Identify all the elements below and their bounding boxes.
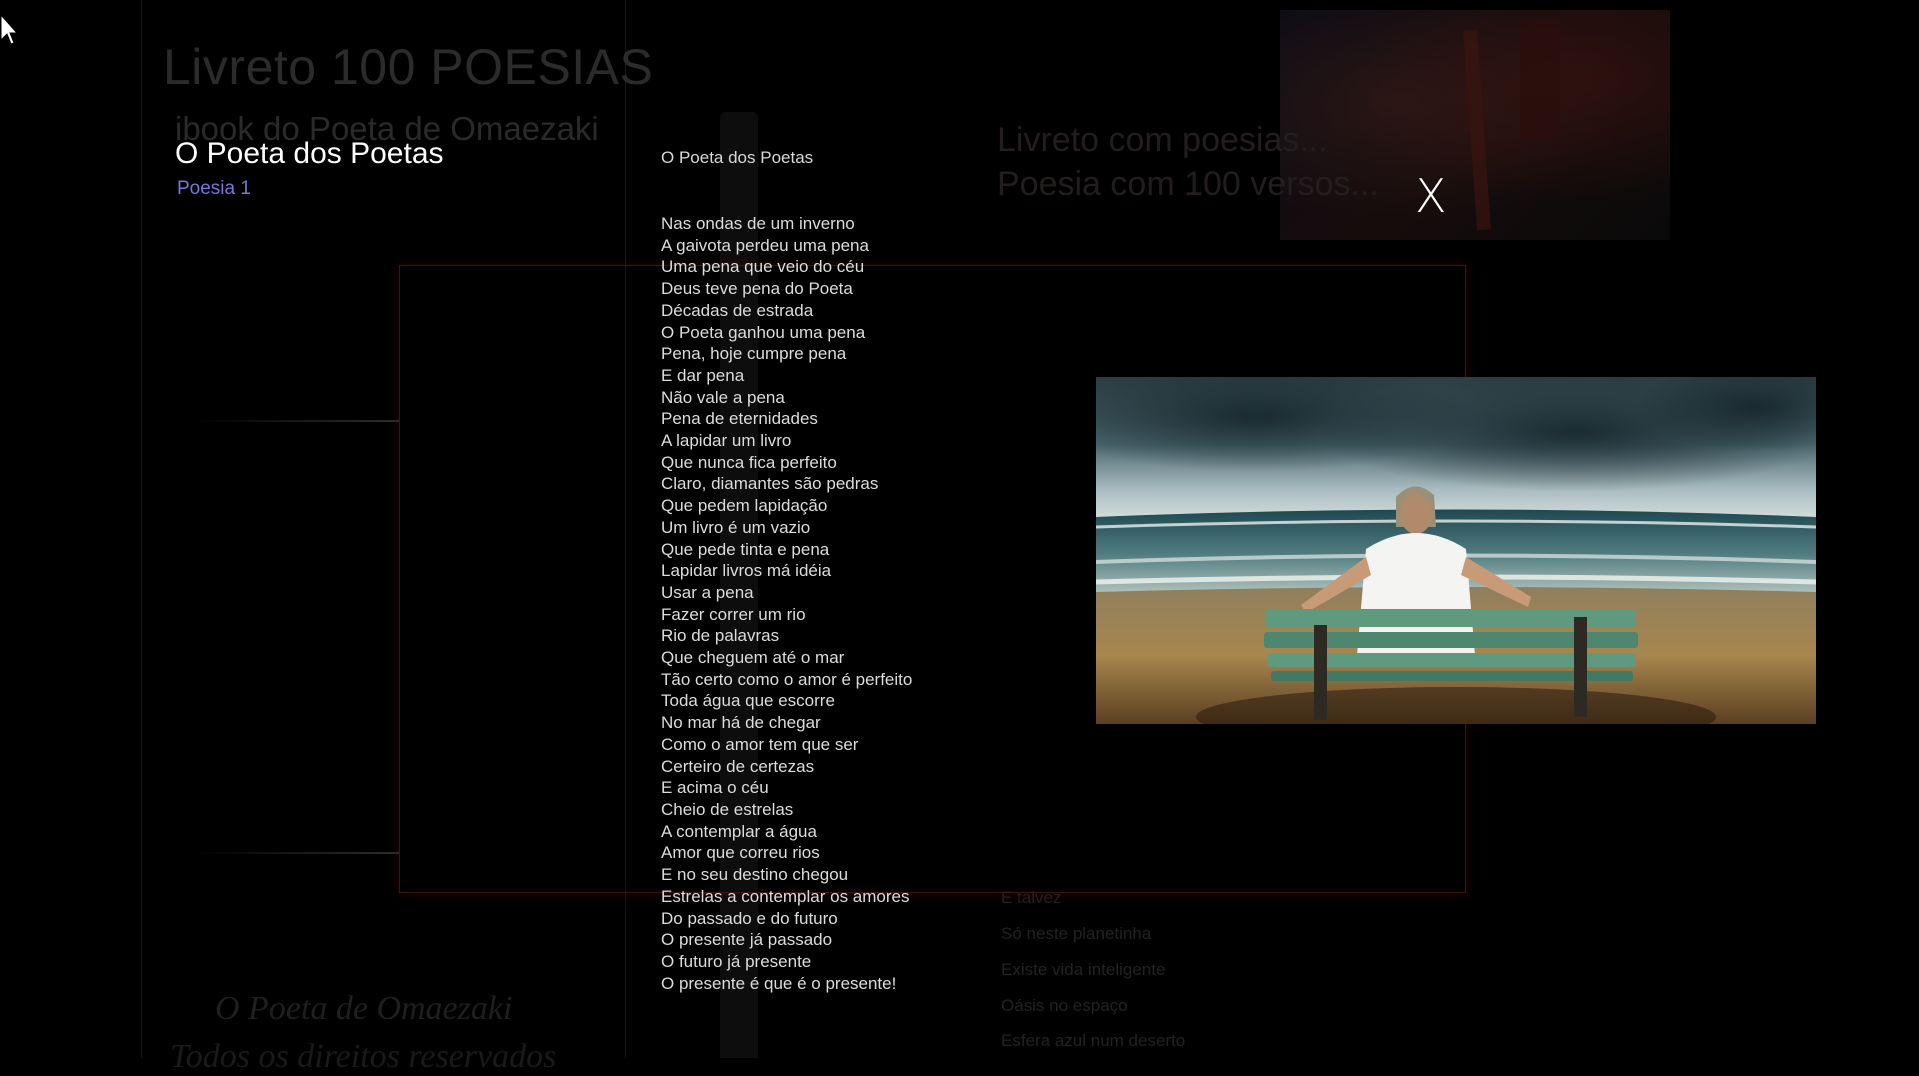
- background-section-heading: Livreto com poesias... Poesia com 100 ve…: [997, 118, 1379, 206]
- man-on-bench-beach-photo: [1096, 377, 1816, 724]
- poem-line: E dar pena: [661, 365, 745, 385]
- poem-line: Cheio de estrelas: [661, 799, 794, 819]
- poem-line: A gaivota perdeu uma pena: [661, 235, 869, 255]
- poem-line: A lapidar um livro: [661, 431, 792, 451]
- artwork-streak: [1520, 20, 1560, 140]
- poem-line: O Poeta ganhou uma pena: [661, 322, 866, 342]
- poem-line: Claro, diamantes são pedras: [661, 474, 879, 494]
- poem-line: E acima o céu: [661, 778, 769, 798]
- poem-line: Não vale a pena: [661, 387, 785, 407]
- background-signature: O Poeta de Omaezaki: [215, 990, 513, 1027]
- background-poem-line: Só neste planetinha: [1001, 924, 1152, 943]
- poem-line: Amor que correu rios: [661, 843, 820, 863]
- poem-line: Do passado e do futuro: [661, 908, 838, 928]
- background-divider: [195, 420, 400, 422]
- poem-line: O presente já passado: [661, 930, 833, 950]
- poem-line: Rio de palavras: [661, 626, 780, 646]
- poem-photo: [1096, 377, 1816, 724]
- artwork-streak: [1463, 29, 1491, 231]
- poem-line: Fazer correr um rio: [661, 604, 806, 624]
- poem-line: O presente é que é o presente!: [661, 973, 897, 993]
- background-poem-line: Esfera azul num deserto: [1001, 1031, 1186, 1050]
- background-poem-line: Oásis no espaço: [1001, 996, 1128, 1015]
- background-column-divider-left: [141, 0, 142, 1058]
- background-divider: [195, 852, 400, 854]
- poem-line: Que pedem lapidação: [661, 496, 828, 516]
- poem-line: Décadas de estrada: [661, 300, 814, 320]
- poem-line: Que pede tinta e pena: [661, 539, 830, 559]
- poem-line: Que nunca fica perfeito: [661, 452, 837, 472]
- mouse-cursor-icon: [0, 14, 18, 45]
- poem-line: Lapidar livros má idéia: [661, 561, 832, 581]
- lightbox-title: O Poeta dos Poetas: [175, 137, 444, 170]
- poem-line: E no seu destino chegou: [661, 865, 849, 885]
- close-button[interactable]: X: [1415, 173, 1447, 219]
- poem-line: Toda água que escorre: [661, 691, 835, 711]
- poem-line: Pena de eternidades: [661, 409, 818, 429]
- poem-line: Nas ondas de um inverno: [661, 214, 855, 233]
- poem-line: O futuro já presente: [661, 951, 812, 971]
- poem-line: Usar a pena: [661, 582, 754, 602]
- poem-line: Como o amor tem que ser: [661, 734, 859, 754]
- background-poem-line: Existe vida inteligente: [1001, 960, 1166, 979]
- poem-line: Que cheguem até o mar: [661, 648, 845, 668]
- poem-line: Uma pena que veio do céu: [661, 257, 865, 277]
- background-signature-copyright: Todos os direitos reservados: [170, 1038, 557, 1075]
- poem-line: A contemplar a água: [661, 821, 817, 841]
- background-page-title: Livreto 100 POESIAS: [163, 39, 654, 95]
- poem-line: Um livro é um vazio: [661, 517, 811, 537]
- poem-text: Nas ondas de um inverno A gaivota perdeu …: [661, 213, 912, 994]
- background-heading-line: Poesia com 100 versos...: [997, 165, 1379, 203]
- background-heading-line: Livreto com poesias...: [997, 121, 1328, 159]
- poem-line: Certeiro de certezas: [661, 756, 815, 776]
- poem-line: Pena, hoje cumpre pena: [661, 344, 847, 364]
- poem-title: O Poeta dos Poetas: [661, 148, 814, 167]
- poem-line: Tão certo como o amor é perfeito: [661, 669, 913, 689]
- poem-number-link[interactable]: Poesia 1: [177, 178, 251, 200]
- poem-line: Estrelas a contemplar os amores: [661, 886, 910, 906]
- poem-line: No mar há de chegar: [661, 713, 821, 733]
- poem-line: Deus teve pena do Poeta: [661, 279, 853, 299]
